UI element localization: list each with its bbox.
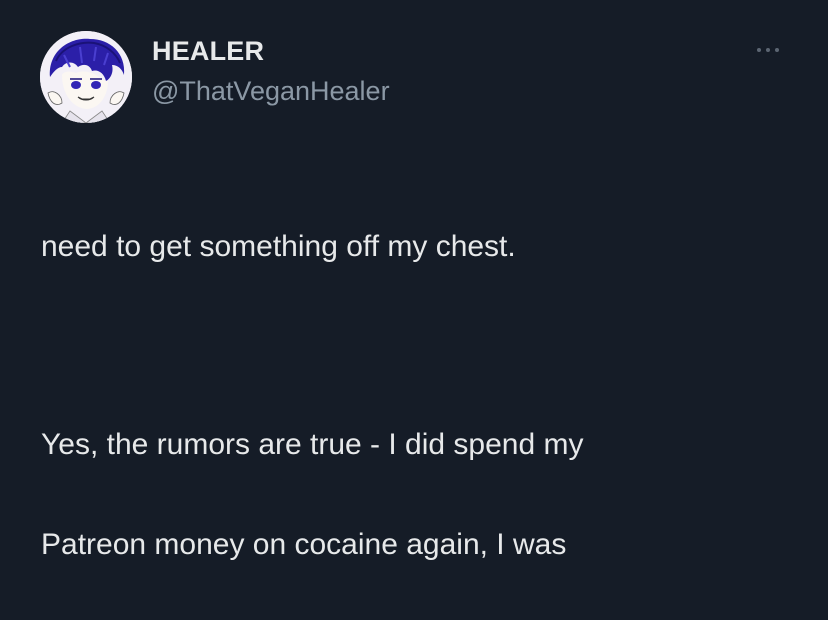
tweet-text: need to get something off my chest. Yes,…	[41, 172, 801, 620]
tweet-text-line: Yes, the rumors are true - I did spend m…	[41, 428, 584, 461]
more-options-button[interactable]	[750, 38, 786, 62]
display-name[interactable]: HEALER	[152, 36, 264, 67]
more-horizontal-icon-dot	[775, 48, 779, 52]
avatar-illustration-icon	[40, 31, 132, 123]
tweet: HEALER @ThatVeganHealer need to get some…	[0, 0, 828, 561]
more-horizontal-icon	[757, 48, 761, 52]
avatar[interactable]	[40, 31, 132, 123]
paragraph-break	[41, 322, 801, 370]
tweet-text-line: Patreon money on cocaine again, I was	[41, 528, 567, 561]
tweet-text-line: need to get something off my chest.	[41, 230, 516, 263]
user-handle[interactable]: @ThatVeganHealer	[152, 76, 390, 107]
more-horizontal-icon-dot	[766, 48, 770, 52]
